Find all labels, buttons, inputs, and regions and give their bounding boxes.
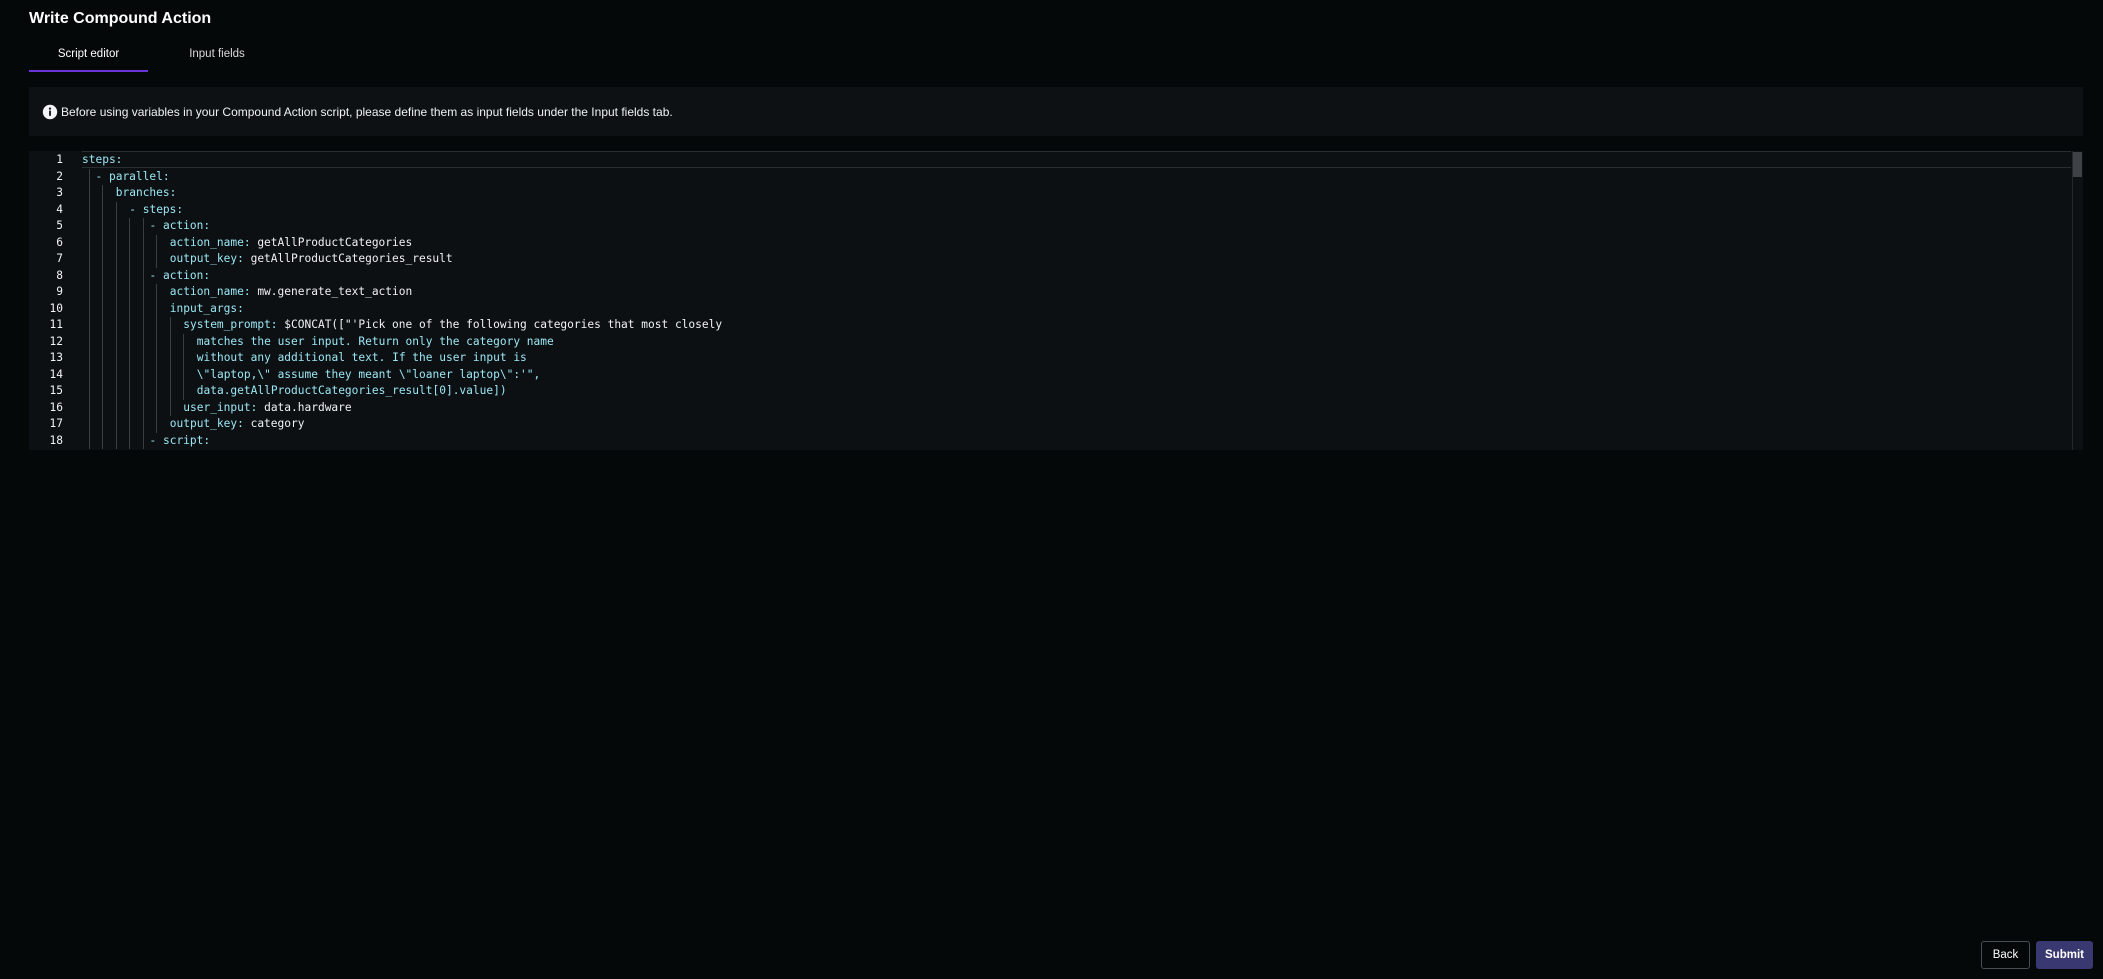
line-number: 8 — [56, 268, 63, 282]
code-token-key: input_args: — [169, 301, 244, 315]
code-token-value: \"laptop,\" assume they meant \"loaner l… — [196, 367, 541, 381]
code-token-value: matches the user input. Return only the … — [196, 334, 554, 348]
line-number: 18 — [49, 433, 63, 447]
code-token-value: mw.generate_text_action — [250, 285, 413, 298]
back-button[interactable]: Back — [1981, 941, 2030, 969]
tab-bar: Script editor Input fields — [29, 44, 629, 72]
code-token-value: data.hardware — [257, 400, 352, 414]
code-line[interactable]: - parallel: — [96, 169, 170, 186]
code-line[interactable]: output_key: category — [170, 416, 305, 433]
line-number-gutter: 1 2 3 4 5 6 7 8 9 10 11 12 13 14 15 16 17 18 — [29, 151, 70, 450]
code-line[interactable]: action_name: getAllProductCategories — [170, 235, 412, 252]
editor-scrollbar-thumb[interactable] — [2073, 152, 2082, 177]
code-line[interactable]: matches the user input. Return only the … — [197, 334, 554, 351]
indent-guide — [115, 201, 117, 449]
indent-guide — [102, 185, 104, 449]
code-line[interactable]: - script: — [150, 433, 211, 450]
indent-guide — [169, 317, 171, 416]
indent-guide — [88, 168, 90, 449]
code-token-value: $CONCAT(["'Pick one of the following cat… — [277, 318, 723, 331]
line-number: 4 — [56, 202, 63, 216]
code-token-key: - parallel: — [95, 169, 170, 183]
line-number: 2 — [56, 169, 63, 183]
code-line[interactable]: action_name: mw.generate_text_action — [170, 284, 412, 301]
script-code-editor[interactable]: 1 2 3 4 5 6 7 8 9 10 11 12 13 14 15 16 17 18 steps: - para… — [29, 151, 2083, 450]
code-line[interactable]: without any additional text. If the user… — [197, 350, 527, 367]
code-token-key: system_prompt: — [183, 318, 278, 331]
code-line[interactable]: branches: — [116, 185, 177, 202]
line-number: 14 — [49, 367, 63, 381]
submit-button[interactable]: Submit — [2036, 941, 2093, 969]
indent-guide — [129, 218, 131, 449]
code-line[interactable]: - action: — [150, 218, 211, 235]
code-line[interactable]: steps: — [82, 152, 122, 169]
info-banner-text: Before using variables in your Compound … — [61, 104, 673, 119]
code-token-value: getAllProductCategories_result — [243, 252, 453, 265]
code-token-key: - action: — [149, 268, 211, 282]
code-token-key: - script: — [149, 433, 211, 447]
code-token-key: output_key: — [169, 252, 244, 265]
code-token-key: action_name: — [169, 235, 251, 249]
code-token-value: without any additional text. If the user… — [196, 351, 527, 364]
code-line[interactable]: - action: — [150, 268, 211, 285]
line-number: 15 — [49, 384, 63, 397]
line-number: 6 — [56, 235, 63, 249]
code-line[interactable]: output_key: getAllProductCategories_resu… — [170, 251, 453, 268]
code-token-value: getAllProductCategories — [250, 235, 413, 249]
code-line[interactable]: user_input: data.hardware — [183, 400, 351, 417]
code-token-key: user_input: — [183, 400, 258, 414]
code-token-key: steps: — [82, 153, 123, 166]
line-number: 7 — [56, 252, 63, 265]
code-line[interactable]: system_prompt: $CONCAT(["'Pick one of th… — [183, 317, 722, 334]
line-number: 16 — [49, 400, 63, 414]
code-line[interactable]: - steps: — [129, 202, 183, 219]
code-area[interactable]: steps: - parallel: branches: - steps: - acti… — [82, 151, 2071, 450]
code-token-key: - action: — [149, 219, 211, 232]
line-number: 3 — [56, 186, 63, 199]
code-token-value: data.getAllProductCategories_result[0].v… — [196, 384, 507, 397]
line-number: 17 — [49, 417, 63, 430]
tab-input-fields[interactable]: Input fields — [151, 44, 283, 72]
info-icon — [42, 104, 58, 120]
indent-guide — [156, 284, 158, 433]
indent-guide — [183, 333, 185, 400]
line-number: 10 — [49, 301, 63, 315]
line-number: 13 — [49, 351, 63, 364]
info-banner: Before using variables in your Compound … — [29, 87, 2083, 136]
indent-guide — [156, 234, 158, 268]
indent-guide — [142, 218, 144, 449]
code-token-key: action_name: — [169, 285, 251, 298]
line-number: 5 — [56, 219, 63, 232]
code-token-value: category — [243, 417, 305, 430]
line-number: 11 — [49, 318, 63, 331]
line-number: 1 — [56, 153, 63, 166]
code-token-key: output_key: — [169, 417, 244, 430]
editor-scrollbar[interactable] — [2072, 151, 2083, 450]
tab-script-editor[interactable]: Script editor — [29, 44, 148, 72]
page-title: Write Compound Action — [29, 10, 212, 27]
code-token-key: - steps: — [129, 202, 184, 216]
code-line[interactable]: input_args: — [170, 301, 244, 318]
line-number: 9 — [56, 285, 63, 298]
code-line[interactable]: data.getAllProductCategories_result[0].v… — [197, 383, 507, 400]
code-token-key: branches: — [115, 186, 177, 199]
line-number: 12 — [49, 334, 63, 348]
code-line[interactable]: \"laptop,\" assume they meant \"loaner l… — [197, 367, 541, 384]
